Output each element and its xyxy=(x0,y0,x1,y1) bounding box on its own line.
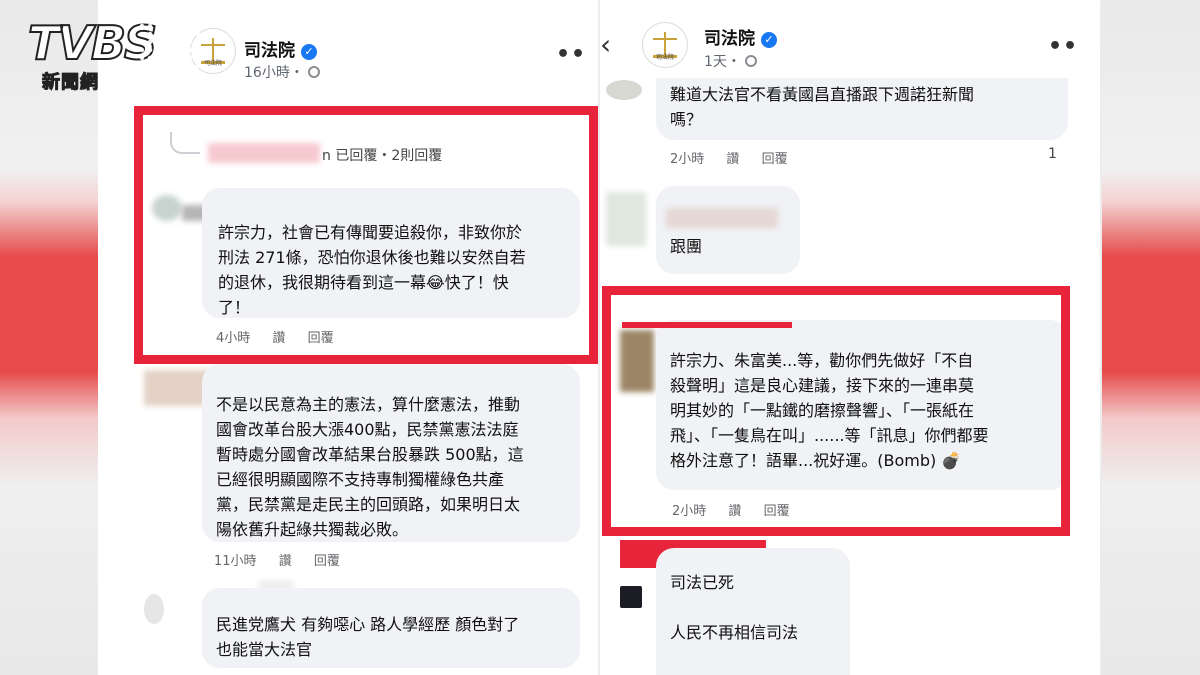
blurred-avatar xyxy=(606,192,646,246)
globe-icon xyxy=(307,66,320,78)
comment-line: 嗎？ xyxy=(670,110,703,129)
page-name[interactable]: 司法院 xyxy=(704,29,755,49)
left-screenshot-panel: 司法院 司法院 ✓ 16小時・ •• n 已回覆・2則回覆 許宗力，社會已有傳聞要… xyxy=(98,0,598,675)
comment-actions-2: 11小時 讚 回覆 xyxy=(214,550,358,569)
comment-time[interactable]: 2小時 xyxy=(670,152,704,167)
post-time[interactable]: 1天・ xyxy=(704,54,741,70)
comment-line: 難道大法官不看黃國昌直播跟下週諾狂新聞 xyxy=(670,85,975,104)
post-time-row: 16小時・ xyxy=(244,62,320,82)
back-arrow-icon[interactable]: ‹ xyxy=(600,28,611,61)
comment-line: 陽依舊升起綠共獨裁必敗。 xyxy=(216,520,409,539)
verified-badge-icon: ✓ xyxy=(301,44,317,60)
comment-line: 跟團 xyxy=(670,237,703,256)
comment-bubble-3: 民進党鷹犬 有夠噁心 路人學經歷 顏色對了 也能當大法官 xyxy=(202,588,580,668)
judicial-yuan-avatar[interactable]: 司法院 xyxy=(642,22,688,68)
reply-button[interactable]: 回覆 xyxy=(314,554,340,569)
left-background-strip xyxy=(0,0,98,675)
blurred-username xyxy=(666,208,778,228)
right-screenshot-panel: ‹ 司法院 司法院 ✓ 1天・ •• 難道大法官不看黃國昌直播跟下週諾狂新聞 嗎？… xyxy=(600,0,1100,675)
commenter-avatar[interactable] xyxy=(620,586,642,608)
highlight-frame-left xyxy=(134,106,598,364)
tvbs-watermark: TVBS 新聞網 xyxy=(27,14,208,94)
comment-line: 國會改革台股大漲400點，民禁黨憲法法庭 xyxy=(216,420,519,439)
comment-bubble-r1: 難道大法官不看黃國昌直播跟下週諾狂新聞 嗎？ xyxy=(656,78,1068,140)
watermark-dot-pattern xyxy=(138,14,208,68)
comment-line: 不是以民意為主的憲法，算什麼憲法，推動 xyxy=(216,395,521,414)
comment-line: 暫時處分國會改革結果台股暴跌 500點，這 xyxy=(216,445,524,464)
tvbs-subtitle: 新聞網 xyxy=(41,72,99,94)
page-name[interactable]: 司法院 xyxy=(244,41,295,61)
commenter-avatar[interactable] xyxy=(144,594,164,624)
more-options-icon[interactable]: •• xyxy=(556,42,586,67)
comment-bubble-2: 不是以民意為主的憲法，算什麼憲法，推動 國會改革台股大漲400點，民禁黨憲法法庭… xyxy=(202,364,580,542)
comment-line: 已經很明顯國際不支持專制獨權綠色共產 xyxy=(216,470,505,489)
reaction-count[interactable]: 1 xyxy=(1048,146,1057,162)
like-button[interactable]: 讚 xyxy=(726,152,739,167)
avatar-logo-text: 司法院 xyxy=(655,54,674,61)
comment-time[interactable]: 11小時 xyxy=(214,554,257,569)
page-name-row[interactable]: 司法院 ✓ xyxy=(704,24,777,49)
commenter-avatar[interactable] xyxy=(606,80,642,100)
verified-badge-icon: ✓ xyxy=(761,32,777,48)
page-name-row[interactable]: 司法院 ✓ xyxy=(244,36,317,61)
more-options-icon[interactable]: •• xyxy=(1048,34,1078,59)
like-button[interactable]: 讚 xyxy=(279,554,292,569)
comment-line: 也能當大法官 xyxy=(216,640,313,659)
right-background-strip xyxy=(1102,0,1200,675)
tvbs-logo: TVBS xyxy=(27,16,158,70)
comment-actions-r1: 2小時 讚 回覆 xyxy=(670,148,806,167)
highlight-frame-right xyxy=(602,286,1070,536)
comment-line: 民進党鷹犬 有夠噁心 路人學經歷 顏色對了 xyxy=(216,615,520,634)
reply-button[interactable]: 回覆 xyxy=(762,152,788,167)
comment-spacer xyxy=(670,595,836,620)
post-time-row: 1天・ xyxy=(704,51,757,71)
globe-icon xyxy=(744,55,757,67)
post-time[interactable]: 16小時・ xyxy=(244,65,304,81)
comment-bubble-r4: 司法已死 人民不再相信司法 xyxy=(656,548,850,675)
comment-line: 黨，民禁黨是走民主的回頭路，如果明日太 xyxy=(216,495,521,514)
comment-line: 人民不再相信司法 xyxy=(670,623,799,642)
comment-line: 司法已死 xyxy=(670,573,735,592)
comment-bubble-r2: 跟團 xyxy=(656,186,800,274)
